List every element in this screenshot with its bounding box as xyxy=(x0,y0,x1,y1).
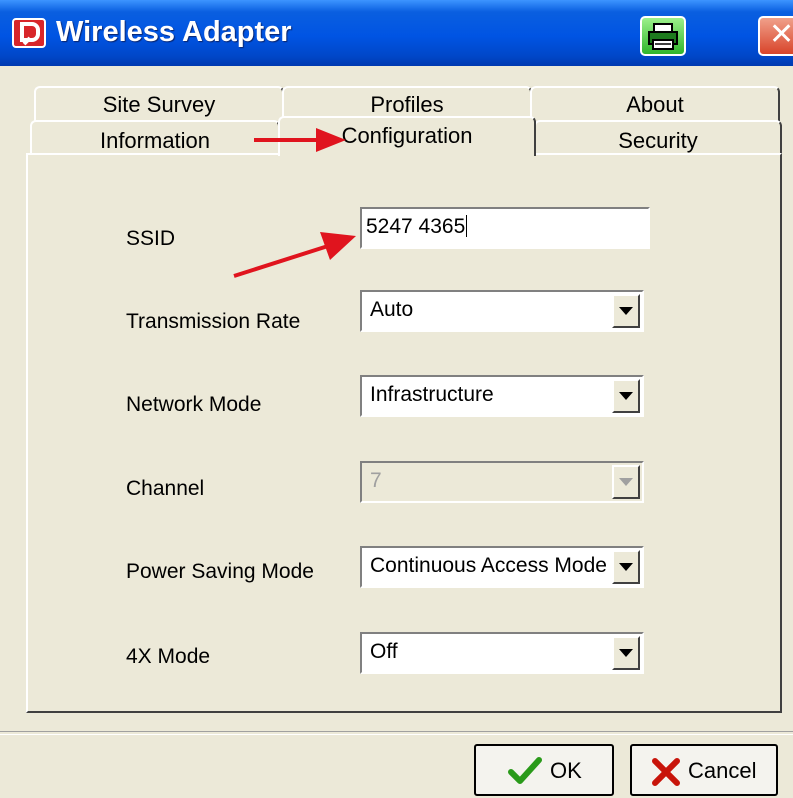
cancel-button[interactable]: Cancel xyxy=(630,744,778,796)
annotation-arrow-icon xyxy=(254,128,346,152)
title-bar[interactable]: Wireless Adapter ✕ xyxy=(0,0,793,66)
channel-value: 7 xyxy=(370,469,382,492)
ok-label: OK xyxy=(550,758,582,783)
printer-icon[interactable] xyxy=(640,16,686,56)
network-mode-label: Network Mode xyxy=(126,393,262,416)
dropdown-arrow-icon[interactable] xyxy=(612,550,640,584)
tab-about[interactable]: About xyxy=(530,86,780,124)
dropdown-arrow-icon[interactable] xyxy=(612,379,640,413)
channel-select: 7 xyxy=(360,461,644,503)
dropdown-arrow-icon[interactable] xyxy=(612,294,640,328)
channel-label: Channel xyxy=(126,477,205,500)
power-saving-mode-select[interactable]: Continuous Access Mode xyxy=(360,546,644,588)
window-title: Wireless Adapter xyxy=(56,16,292,48)
4x-mode-value: Off xyxy=(370,640,398,663)
4x-mode-label: 4X Mode xyxy=(126,645,211,668)
transmission-rate-value: Auto xyxy=(370,298,414,321)
power-saving-mode-label: Power Saving Mode xyxy=(126,560,314,583)
checkmark-icon xyxy=(508,756,542,792)
ssid-label: SSID xyxy=(126,227,176,250)
dropdown-arrow-icon xyxy=(612,465,640,499)
tab-information[interactable]: Information xyxy=(30,120,280,156)
transmission-rate-label: Transmission Rate xyxy=(126,310,301,333)
power-saving-mode-value: Continuous Access Mode xyxy=(370,554,607,577)
transmission-rate-select[interactable]: Auto xyxy=(360,290,644,332)
tab-security[interactable]: Security xyxy=(534,120,782,156)
dropdown-arrow-icon[interactable] xyxy=(612,636,640,670)
ok-button[interactable]: OK xyxy=(474,744,614,796)
ssid-value: 5247 4365 xyxy=(366,215,466,238)
ssid-input[interactable]: 5247 4365 xyxy=(360,207,650,249)
x-icon xyxy=(652,758,680,792)
tab-label: About xyxy=(626,92,684,117)
annotation-arrow-icon xyxy=(233,232,356,278)
tab-label: Configuration xyxy=(341,123,473,148)
network-mode-select[interactable]: Infrastructure xyxy=(360,375,644,417)
4x-mode-select[interactable]: Off xyxy=(360,632,644,674)
tab-label: Site Survey xyxy=(102,92,216,117)
cancel-label: Cancel xyxy=(688,758,757,783)
divider xyxy=(0,731,793,735)
tab-site-survey[interactable]: Site Survey xyxy=(34,86,284,124)
app-logo-icon xyxy=(12,18,46,48)
close-icon[interactable]: ✕ xyxy=(758,16,793,56)
text-caret xyxy=(466,215,468,237)
network-mode-value: Infrastructure xyxy=(370,383,494,406)
wireless-adapter-window: Wireless Adapter ✕ Site Survey Profiles … xyxy=(0,0,793,798)
